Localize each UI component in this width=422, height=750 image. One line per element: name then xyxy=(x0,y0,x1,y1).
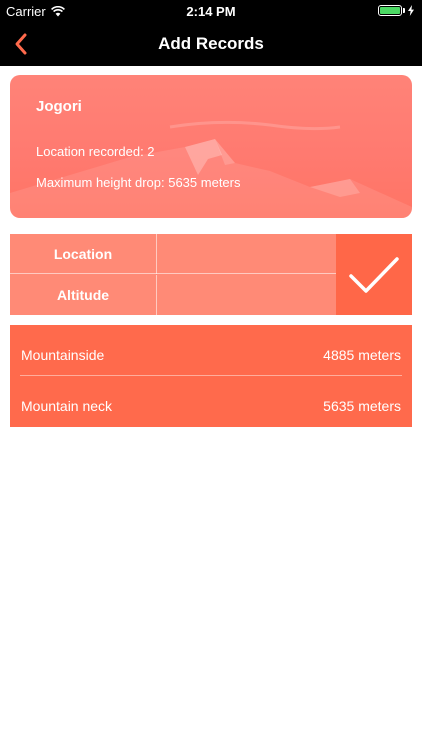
location-label: Location xyxy=(10,234,157,274)
record-altitude: 4885 meters xyxy=(323,347,401,363)
charging-icon xyxy=(408,5,414,16)
mountain-name: Jogori xyxy=(36,98,82,115)
confirm-button[interactable] xyxy=(336,234,412,315)
record-location: Mountainside xyxy=(21,347,105,363)
battery-icon xyxy=(378,5,402,16)
page-title: Add Records xyxy=(158,34,264,53)
status-bar: Carrier 2:14 PM xyxy=(0,0,422,22)
locations-recorded-text: Location recorded: 2 xyxy=(36,144,155,159)
list-item[interactable]: Mountainside 4885 meters xyxy=(10,325,412,376)
checkmark-icon xyxy=(349,256,399,293)
altitude-label: Altitude xyxy=(10,275,157,315)
battery-indicator xyxy=(378,5,414,16)
altitude-input[interactable] xyxy=(158,275,336,315)
records-list: Mountainside 4885 meters Mountain neck 5… xyxy=(10,325,412,427)
record-altitude: 5635 meters xyxy=(323,398,401,414)
clock: 2:14 PM xyxy=(186,4,236,19)
list-item[interactable]: Mountain neck 5635 meters xyxy=(10,376,412,427)
record-location: Mountain neck xyxy=(21,398,113,414)
location-row: Location xyxy=(10,234,336,274)
max-height-drop-text: Maximum height drop: 5635 meters xyxy=(36,175,241,190)
location-input[interactable] xyxy=(158,234,336,274)
altitude-row: Altitude xyxy=(10,275,336,315)
mountain-summary-card: Jogori Location recorded: 2 Maximum heig… xyxy=(10,75,412,218)
add-record-form: Location Altitude xyxy=(10,234,412,315)
navigation-bar: Add Records xyxy=(0,22,422,66)
